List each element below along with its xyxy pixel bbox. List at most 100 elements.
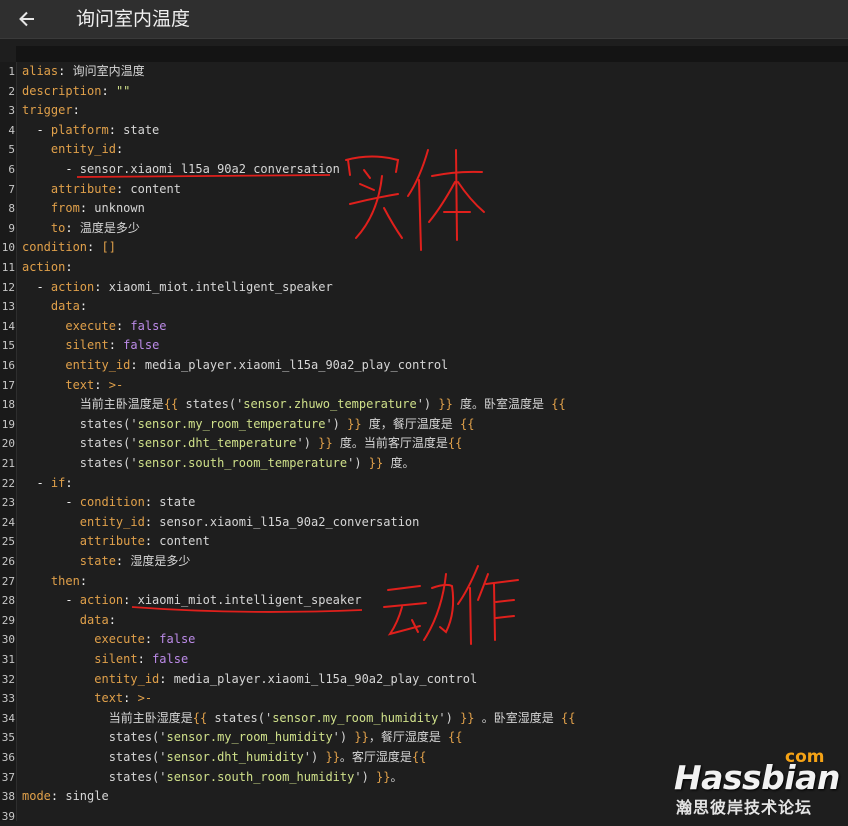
code-line[interactable]: 9 to: 温度是多少 [0,219,848,239]
code-line[interactable]: 25 attribute: content [0,532,848,552]
code-text: - action: xiaomi_miot.intelligent_speake… [22,591,361,611]
line-number: 16 [1,359,15,372]
code-line[interactable]: 10 condition: [] [0,238,848,258]
code-token: states(' [108,769,167,784]
code-token: : [79,201,95,216]
yaml-code-editor[interactable]: 1 alias: 询问室内温度 2 description: "" 3 trigger: 4… [0,62,848,823]
code-text: mode: single [22,787,109,807]
code-token: : [115,554,131,568]
code-line[interactable]: 16 entity_id: media_player.xiaomi_l15a_9… [0,356,848,376]
code-line[interactable]: 18 当前主卧温度是{{ states('sensor.zhuwo_temper… [0,395,848,415]
code-line[interactable]: 31 silent: false [0,650,848,670]
code-token: : [108,612,116,627]
line-number: 27 [1,574,15,588]
line-number: 10 [1,241,15,255]
code-line[interactable]: 24 entity_id: sensor.xiaomi_l15a_90a2_co… [0,513,848,533]
code-line[interactable]: 11 action: [0,258,848,278]
line-number: 28 [1,594,15,608]
code-token: attribute [79,534,145,549]
code-token: 度。当前客厅温度是 [332,436,448,451]
code-token: single [65,789,109,804]
code-token: : [58,64,73,78]
code-token: sensor.south_room_temperature [137,456,348,470]
code-line[interactable]: 23 - condition: state [0,493,848,513]
code-token: false [123,338,160,353]
code-token: : [108,122,124,137]
code-line[interactable]: 17 text: >- [0,376,848,396]
code-token: xiaomi_miot.intelligent_speaker [108,279,333,294]
code-token: [] [101,240,116,255]
code-token: sensor.dht_temperature [137,436,297,451]
code-line[interactable]: 13 data: [0,297,848,317]
code-token: sensor.my_room_humidity [166,730,333,745]
code-token: sensor.dht_humidity [166,750,304,764]
code-line[interactable]: 32 entity_id: media_player.xiaomi_l15a_9… [0,670,848,690]
code-line[interactable]: 30 execute: false [0,630,848,650]
code-text: text: >- [22,689,152,709]
code-token: }} [347,416,362,431]
code-token: from [50,201,80,216]
code-token: text [94,691,124,706]
code-token: >- [137,691,153,706]
code-text: entity_id: sensor.xiaomi_l15a_90a2_conve… [22,513,420,533]
code-text: - sensor.xiaomi_l15a_90a2_conversation [22,160,340,180]
code-line[interactable]: 21 states('sensor.south_room_temperature… [0,454,848,474]
code-line[interactable]: 12 - action: xiaomi_miot.intelligent_spe… [0,278,848,298]
code-token: sensor.my_room_humidity [272,710,439,725]
code-token: }} [460,710,475,725]
back-button[interactable] [12,4,42,34]
code-token: : [144,534,160,549]
code-line[interactable]: 27 then: [0,572,848,592]
code-token: }} [354,730,369,745]
code-text: from: unknown [22,199,145,219]
code-text: - if: [22,474,73,494]
code-token: ，餐厅湿度是 [368,730,449,745]
code-token: : [130,358,145,372]
code-line[interactable]: 5 entity_id: [0,140,848,160]
code-line[interactable]: 20 states('sensor.dht_temperature') }} 度… [0,434,848,454]
code-line[interactable]: 35 states('sensor.my_room_humidity') }}，… [0,728,848,748]
code-line[interactable]: 26 state: 湿度是多少 [0,552,848,572]
code-line[interactable]: 28 - action: xiaomi_miot.intelligent_spe… [0,591,848,611]
line-number: 18 [1,398,15,412]
code-token: : [50,789,66,804]
code-text: - action: xiaomi_miot.intelligent_speake… [22,278,333,298]
code-line[interactable]: 7 attribute: content [0,180,848,200]
code-token: sensor.zhuwo_temperature [243,397,417,412]
code-line[interactable]: 6 - sensor.xiaomi_l15a_90a2_conversation [0,160,848,180]
code-line[interactable]: 1 alias: 询问室内温度 [0,62,848,82]
code-line[interactable]: 14 execute: false [0,317,848,337]
code-line[interactable]: 22 - if: [0,474,848,494]
code-line[interactable]: 34 当前主卧湿度是{{ states('sensor.my_room_humi… [0,709,848,729]
code-line[interactable]: 8 from: unknown [0,199,848,219]
code-token: 。 [390,769,403,784]
code-line[interactable]: 33 text: >- [0,689,848,709]
code-line[interactable]: 3 trigger: [0,101,848,121]
line-number: 13 [1,300,15,314]
code-token: : [123,691,138,706]
code-text: attribute: content [22,180,181,200]
code-text: then: [22,572,87,592]
code-line[interactable]: 2 description: "" [0,82,848,102]
code-text: 当前主卧温度是{{ states('sensor.zhuwo_temperatu… [22,395,566,415]
line-number: 30 [1,633,15,647]
code-line[interactable]: 19 states('sensor.my_room_temperature') … [0,415,848,435]
code-token: : [65,475,73,490]
code-token: 当前主卧湿度是 [108,710,193,725]
code-token: - [22,593,80,608]
code-token: trigger [22,103,73,118]
line-number: 34 [1,711,15,725]
line-number: 12 [1,280,15,294]
line-number: 21 [1,457,15,470]
line-number: 33 [1,692,15,706]
code-line[interactable]: 4 - platform: state [0,121,848,141]
code-token: ') [416,397,439,412]
code-token: entity_id [50,142,116,157]
code-line[interactable]: 15 silent: false [0,336,848,356]
code-line[interactable]: 29 data: [0,611,848,631]
